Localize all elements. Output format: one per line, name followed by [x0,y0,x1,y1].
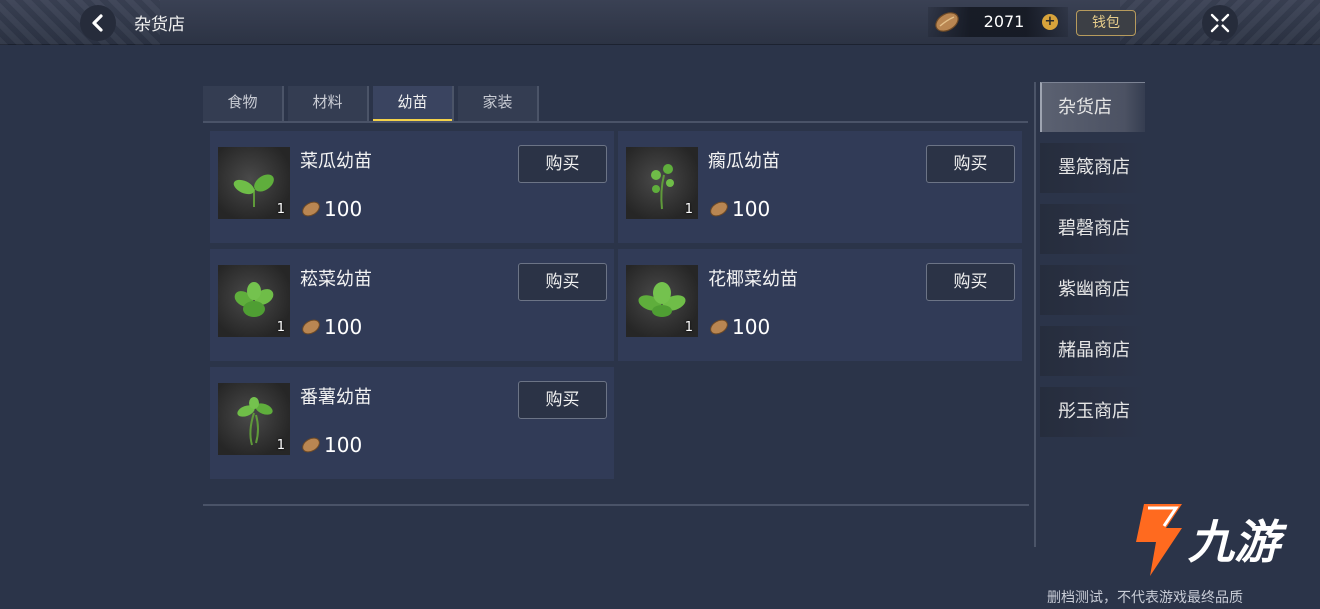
tab-furniture[interactable]: 家装 [458,86,539,122]
seed-coin-icon [710,201,728,217]
shop-item-card: 1 番薯幼苗 100 购买 [210,367,614,479]
item-name: 番薯幼苗 [300,387,372,408]
item-name: 菜瓜幼苗 [300,151,372,172]
item-quantity: 1 [276,438,285,453]
item-price: 100 [708,197,770,221]
item-thumbnail[interactable]: 1 [218,147,290,219]
sidebar-item-biqing[interactable]: 碧磬商店 [1040,204,1145,254]
item-name: 瘸瓜幼苗 [708,151,780,172]
item-quantity: 1 [684,202,693,217]
tab-food[interactable]: 食物 [203,86,284,122]
seed-coin-icon [302,319,320,335]
page-title: 杂货店 [134,15,185,35]
tabs-divider [203,121,1028,123]
buy-button[interactable]: 购买 [518,145,607,183]
seed-coin-icon [302,437,320,453]
jiuyou-watermark-logo: 九游 [1136,504,1288,576]
category-tabs: 食物 材料 幼苗 家装 [203,86,539,122]
sidebar-item-zhejing[interactable]: 赭晶商店 [1040,326,1145,376]
seed-coin-icon [302,201,320,217]
item-name: 菘菜幼苗 [300,269,372,290]
buy-button[interactable]: 购买 [518,381,607,419]
sidebar-item-ziyou[interactable]: 紫幽商店 [1040,265,1145,315]
shop-item-card: 1 菘菜幼苗 100 购买 [210,249,614,361]
add-currency-icon[interactable]: + [1042,14,1058,30]
buy-button[interactable]: 购买 [926,263,1015,301]
close-icon [1210,13,1230,33]
watermark-brand: 九游 [1188,515,1288,569]
shop-sidebar: 杂货店 墨箴商店 碧磬商店 紫幽商店 赭晶商店 彤玉商店 [1040,82,1145,448]
item-quantity: 1 [684,320,693,335]
item-quantity: 1 [276,202,285,217]
seed-coin-icon [935,12,959,32]
item-thumbnail[interactable]: 1 [218,383,290,455]
item-thumbnail[interactable]: 1 [218,265,290,337]
tab-seedlings[interactable]: 幼苗 [373,86,454,122]
chevron-left-icon [92,14,103,32]
currency-display: 2071 + [928,7,1068,37]
shop-item-card: 1 瘸瓜幼苗 100 购买 [618,131,1022,243]
list-bottom-divider [203,504,1029,506]
currency-amount: 2071 [983,12,1025,31]
watermark-note: 删档测试，不代表游戏最终品质 [1047,590,1243,606]
item-price: 100 [300,197,362,221]
buy-button[interactable]: 购买 [926,145,1015,183]
item-price: 100 [708,315,770,339]
shop-item-card: 1 花椰菜幼苗 100 购买 [618,249,1022,361]
close-button[interactable] [1202,5,1238,41]
item-price: 100 [300,315,362,339]
item-quantity: 1 [276,320,285,335]
sidebar-item-mozhen[interactable]: 墨箴商店 [1040,143,1145,193]
item-price: 100 [300,433,362,457]
tab-materials[interactable]: 材料 [288,86,369,122]
item-name: 花椰菜幼苗 [708,269,798,290]
item-thumbnail[interactable]: 1 [626,265,698,337]
shop-item-card: 1 菜瓜幼苗 100 购买 [210,131,614,243]
sidebar-item-tongyu[interactable]: 彤玉商店 [1040,387,1145,437]
wallet-button[interactable]: 钱包 [1076,10,1136,36]
item-thumbnail[interactable]: 1 [626,147,698,219]
buy-button[interactable]: 购买 [518,263,607,301]
sidebar-item-grocery[interactable]: 杂货店 [1040,82,1145,132]
seed-coin-icon [710,319,728,335]
sidebar-divider [1034,82,1036,547]
back-button[interactable] [80,5,116,41]
